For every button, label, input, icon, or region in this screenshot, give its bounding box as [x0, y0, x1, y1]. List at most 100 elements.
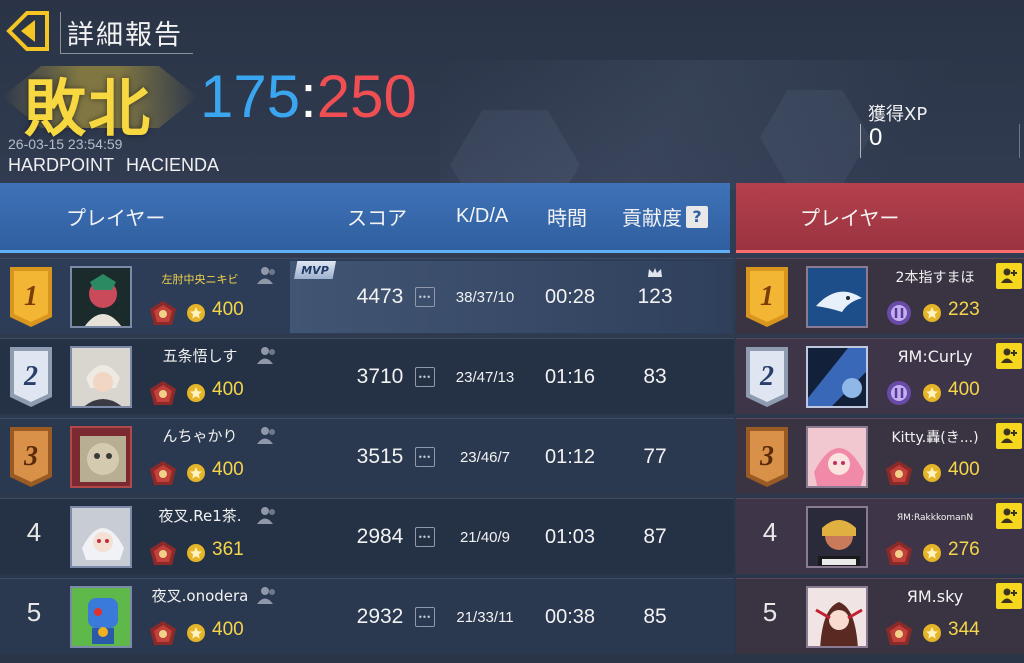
rank-emblem-icon — [887, 301, 911, 325]
add-friend-button[interactable] — [996, 583, 1022, 609]
table-row[interactable]: 1 MVP 左肘中央ニキビ 400 4473 ••• 38/37/10 00:2… — [0, 258, 734, 334]
player-time: 00:38 — [544, 605, 596, 628]
score-separator: : — [300, 63, 317, 130]
gold-rank-badge-icon: 1 — [10, 267, 52, 327]
more-icon: ••• — [415, 367, 435, 387]
star-coin-icon — [187, 464, 205, 482]
details-button[interactable]: ••• — [414, 579, 436, 655]
player-contribution: 77 — [643, 445, 667, 468]
avatar[interactable] — [70, 506, 132, 568]
player-score: 3710 — [356, 365, 404, 388]
player-name: んちゃかり — [162, 427, 238, 445]
rank-emblem-icon — [886, 541, 912, 565]
column-header-score: スコア — [347, 206, 407, 230]
player-level: 276 — [948, 539, 980, 560]
map-name: HACIENDA — [126, 155, 220, 175]
details-button[interactable]: ••• — [414, 339, 436, 415]
player-level: 400 — [212, 459, 244, 480]
enemy-row[interactable]: 5 ЯM.sky 344 — [736, 578, 1024, 654]
blue-team-score: 175 — [200, 63, 301, 130]
player-contribution: 87 — [643, 525, 667, 548]
bronze-rank-badge-icon: 3 — [746, 427, 788, 487]
star-coin-icon — [923, 464, 941, 482]
add-friend-button[interactable] — [996, 503, 1022, 529]
details-button[interactable]: ••• — [414, 259, 436, 335]
rank-number: 4 — [26, 517, 42, 547]
player-level: 400 — [948, 379, 980, 400]
mvp-tag: MVP — [294, 261, 336, 279]
add-friend-button[interactable] — [996, 343, 1022, 369]
add-friend-icon — [1001, 588, 1017, 603]
back-button[interactable] — [2, 8, 54, 54]
rank-number: 5 — [26, 597, 42, 627]
avatar[interactable] — [70, 266, 132, 328]
avatar[interactable] — [70, 586, 132, 648]
avatar[interactable] — [70, 426, 132, 488]
star-coin-icon — [923, 624, 941, 642]
avatar[interactable] — [806, 586, 868, 648]
xp-value: 0 — [860, 124, 1020, 158]
more-icon: ••• — [415, 447, 435, 467]
rank-emblem-icon — [887, 381, 911, 405]
enemy-row[interactable]: 2 ЯM:CurLy 400 — [736, 338, 1024, 414]
table-row[interactable]: 2 五条悟しす 400 3710 ••• 23/47/13 01:16 83 — [0, 338, 734, 414]
star-coin-icon — [187, 624, 205, 642]
xp-label: 獲得XP — [868, 104, 928, 125]
table-row[interactable]: 4 夜叉.Re1茶. 361 2984 ••• 21/40/9 01:03 87 — [0, 498, 734, 574]
help-icon[interactable]: ? — [686, 205, 708, 228]
svg-text:3: 3 — [759, 441, 774, 472]
column-header-contribution-label: 貢献度 — [622, 206, 682, 230]
add-friend-icon — [1001, 348, 1017, 363]
avatar[interactable] — [806, 346, 868, 408]
friend-icon[interactable] — [256, 345, 278, 365]
column-header-kda: K/D/A — [456, 205, 509, 227]
rank-number: 5 — [762, 597, 778, 627]
more-icon: ••• — [415, 527, 435, 547]
details-button[interactable]: ••• — [414, 499, 436, 575]
player-kda: 23/46/7 — [459, 448, 511, 466]
match-timestamp: 26-03-15 23:54:59 — [8, 136, 123, 152]
player-kda: 38/37/10 — [455, 288, 515, 306]
svg-text:3: 3 — [23, 441, 38, 472]
player-time: 01:12 — [544, 445, 596, 468]
friend-icon[interactable] — [256, 265, 278, 285]
game-mode: HARDPOINT — [8, 155, 115, 175]
table-row[interactable]: 5 夜叉.onodera 400 2932 ••• 21/33/11 00:38… — [0, 578, 734, 654]
player-score: 3515 — [356, 445, 404, 468]
star-coin-icon — [187, 304, 205, 322]
player-level: 400 — [212, 299, 244, 320]
enemy-row[interactable]: 1 2本指すまほ 223 — [736, 258, 1024, 334]
avatar[interactable] — [806, 506, 868, 568]
result-text: 敗北 — [24, 72, 153, 145]
avatar[interactable] — [806, 426, 868, 488]
avatar[interactable] — [70, 346, 132, 408]
enemy-row[interactable]: 3 Kitty.轟(き...) 400 — [736, 418, 1024, 494]
player-kda: 23/47/13 — [455, 368, 515, 386]
red-team-score: 250 — [316, 63, 417, 130]
friend-icon[interactable] — [256, 505, 278, 525]
silver-rank-badge-icon: 2 — [10, 347, 52, 407]
player-level: 223 — [948, 299, 980, 320]
add-friend-button[interactable] — [996, 423, 1022, 449]
details-button[interactable]: ••• — [414, 419, 436, 495]
rank-emblem-icon — [150, 461, 176, 485]
column-header-player: プレイヤー — [66, 206, 166, 230]
player-name: 五条悟しす — [162, 347, 238, 365]
silver-rank-badge-icon: 2 — [746, 347, 788, 407]
enemy-row[interactable]: 4 ЯM:RakkkomanN 276 — [736, 498, 1024, 574]
player-name: 夜叉.Re1茶. — [158, 507, 242, 525]
mode-and-map: HARDPOINT HACIENDA — [8, 155, 219, 176]
player-level: 361 — [212, 539, 244, 560]
star-coin-icon — [923, 384, 941, 402]
friend-icon[interactable] — [256, 585, 278, 605]
player-time: 00:28 — [544, 285, 596, 308]
blue-team-header: プレイヤー スコア K/D/A 時間 貢献度 ? — [0, 183, 730, 253]
friend-icon[interactable] — [256, 425, 278, 445]
rank-emblem-icon — [150, 541, 176, 565]
table-row[interactable]: 3 んちゃかり 400 3515 ••• 23/46/7 01:12 77 — [0, 418, 734, 494]
player-level: 344 — [948, 619, 980, 640]
player-score: 2984 — [356, 525, 404, 548]
player-level: 400 — [212, 379, 244, 400]
add-friend-button[interactable] — [996, 263, 1022, 289]
avatar[interactable] — [806, 266, 868, 328]
